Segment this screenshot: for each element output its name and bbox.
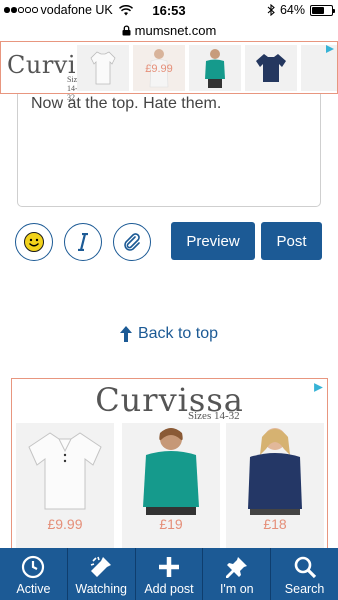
nav-watching-label: Watching <box>75 582 128 596</box>
smiley-icon <box>24 232 44 252</box>
post-toolbar: Preview Post <box>15 222 325 262</box>
arrow-up-icon <box>119 326 132 342</box>
emoji-button[interactable] <box>15 223 53 261</box>
battery-fill <box>312 6 325 14</box>
back-to-top-link[interactable]: Back to top <box>0 325 338 343</box>
ad-price-1: £9.99 <box>47 516 83 532</box>
clock-icon <box>22 555 45 579</box>
ad-product-teal-polo[interactable]: £19 <box>122 423 220 549</box>
ad-choices-icon[interactable] <box>325 44 335 54</box>
url-domain: mumsnet.com <box>134 22 217 38</box>
bottom-nav: Active Watching Add post I'm on Search <box>0 548 338 600</box>
bottom-ad-logo-sub: Sizes 14-32 <box>188 410 240 422</box>
model-teal-polo-image <box>143 428 199 515</box>
nav-im-on[interactable]: I'm on <box>203 548 272 600</box>
ad-product-white-polo[interactable] <box>77 44 129 91</box>
model-teal-image <box>205 48 225 88</box>
nav-add-post-label: Add post <box>144 582 194 596</box>
top-ad-banner[interactable]: Curvissa Sizes 14-32 £9.99 <box>0 41 338 102</box>
white-shirt-image <box>90 51 116 84</box>
post-text: Now at the top. Hate them. <box>31 95 222 112</box>
lock-icon <box>122 24 131 35</box>
ad-price-2: £19 <box>159 516 183 532</box>
ad-price-3: £18 <box>263 516 287 532</box>
attach-button[interactable] <box>113 223 151 261</box>
ad-product-white-polo[interactable]: £9.99 <box>16 423 114 549</box>
battery-icon <box>310 4 335 16</box>
battery-percent: 64% <box>279 3 305 17</box>
paperclip-icon <box>124 233 140 251</box>
navy-top-image <box>256 53 286 82</box>
ad-product-navy-polo[interactable]: £18 <box>226 423 324 549</box>
ad-price: £9.99 <box>145 62 173 75</box>
nav-search[interactable]: Search <box>271 548 338 600</box>
nav-search-label: Search <box>284 582 325 596</box>
italic-button[interactable] <box>64 223 102 261</box>
nav-watching[interactable]: Watching <box>68 548 136 600</box>
search-icon <box>294 556 316 579</box>
post-text-area[interactable]: Now at the top. Hate them. <box>17 94 321 207</box>
back-to-top-label: Back to top <box>137 325 219 342</box>
url-bar[interactable]: mumsnet.com <box>0 20 338 40</box>
bluetooth-icon <box>267 4 275 16</box>
nav-active-label: Active <box>16 582 51 596</box>
italic-icon <box>78 233 88 251</box>
preview-button[interactable]: Preview <box>171 222 255 260</box>
bottom-ad-logo: Curvissa <box>95 381 244 419</box>
pin-icon <box>225 557 247 578</box>
nav-add-post[interactable]: Add post <box>136 548 204 600</box>
status-right: 64% <box>267 3 335 17</box>
ad-product-navy-top[interactable] <box>245 44 297 91</box>
post-button[interactable]: Post <box>261 222 322 260</box>
white-polo-image <box>28 432 102 510</box>
status-bar: vodafone UK 16:53 64% <box>0 0 338 20</box>
ad-logo: Curvissa Sizes 14-32 <box>1 42 116 102</box>
nav-im-on-label: I'm on <box>219 582 254 596</box>
model-navy-polo-image <box>248 428 302 515</box>
bottom-ad-banner[interactable]: Curvissa Sizes 14-32 £9.99 £19 £18 <box>11 378 328 550</box>
ad-product-model-teal[interactable] <box>189 44 241 91</box>
ad-thumbnails: £9.99 <box>77 44 337 91</box>
ad-product-model-white[interactable]: £9.99 <box>133 44 185 91</box>
flashlight-icon <box>90 556 112 577</box>
ad-choices-icon[interactable] <box>313 382 324 393</box>
plus-icon <box>158 557 179 577</box>
nav-active[interactable]: Active <box>0 548 68 600</box>
